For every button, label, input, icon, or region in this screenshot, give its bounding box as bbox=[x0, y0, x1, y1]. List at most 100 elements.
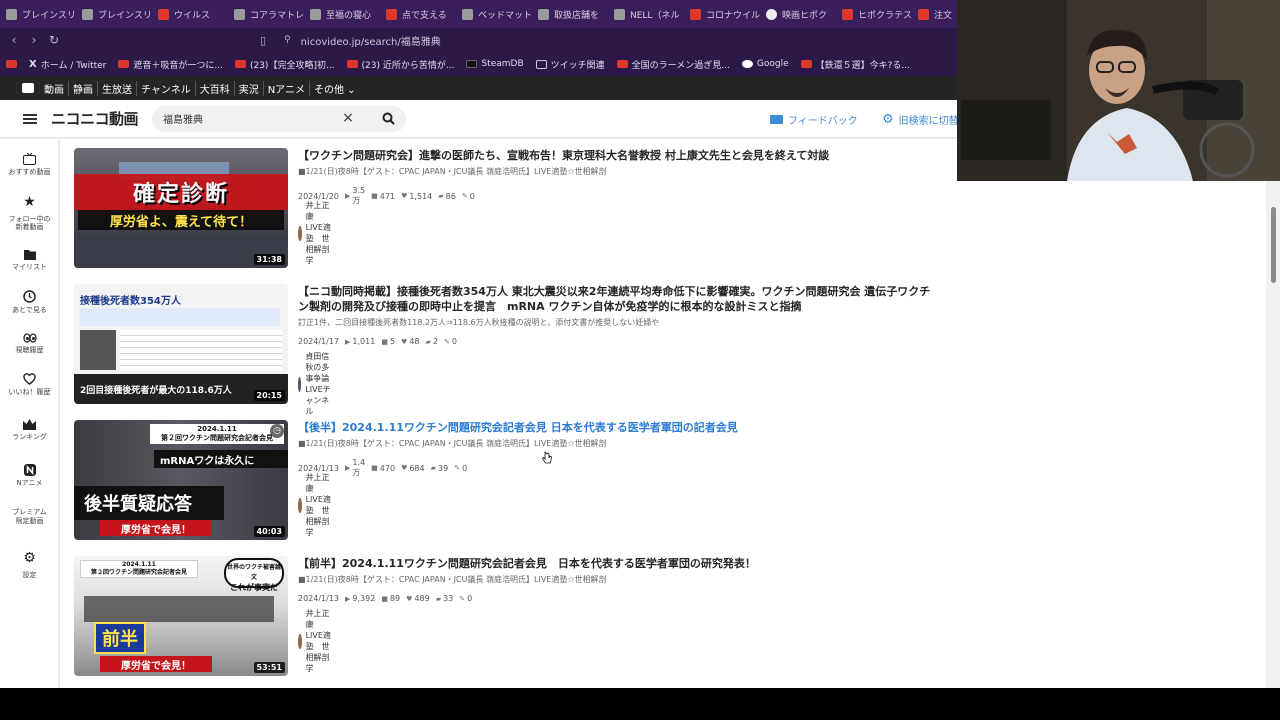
sidebar-item-following[interactable]: ★ フォロー中の 新着動画 bbox=[0, 194, 59, 232]
nav-item-video[interactable]: 動画 bbox=[40, 80, 69, 96]
video-title[interactable]: 【ワクチン問題研究会】進撃の医師たち、宣戦布告！東京理科大名誉教授 村上康文先生… bbox=[298, 148, 938, 163]
upload-date: 2024/1/17 bbox=[298, 337, 340, 346]
video-thumbnail[interactable]: 接種後死者数354万人 2回目接種後死者が最大の118.6万人 20:15 bbox=[74, 284, 288, 404]
browser-tab[interactable]: ヒポクラテスの bbox=[836, 0, 912, 28]
nav-item-live[interactable]: 生放送 bbox=[98, 80, 137, 96]
comment-count: 470 bbox=[379, 463, 396, 473]
nav-item-nanime[interactable]: Nアニメ bbox=[264, 80, 310, 96]
youtube-icon bbox=[234, 60, 246, 68]
thumbnail-caption: 接種後死者数354万人 bbox=[80, 296, 181, 307]
browser-tab[interactable]: コアラマトレ bbox=[228, 0, 304, 28]
video-owner[interactable]: 井上正康 LIVE適塾 世相解剖学 bbox=[298, 472, 334, 538]
video-owner[interactable]: 井上正康 LIVE適塾 世相解剖学 bbox=[298, 200, 334, 266]
browser-tab[interactable]: 取扱店舗を bbox=[532, 0, 608, 28]
sidebar-item-label: フォロー中の 新着動画 bbox=[8, 214, 51, 232]
bookmark-label: (23)【完全攻略]初... bbox=[249, 60, 335, 71]
avatar bbox=[298, 497, 302, 513]
video-description: ■1/21(日)夜8時【ゲスト：CPAC JAPAN・JCU議長 嶺庭浩明氏】L… bbox=[298, 575, 607, 584]
nav-item-jikkyo[interactable]: 実況 bbox=[235, 80, 264, 96]
bookmark-item[interactable]: ツイッチ関連 bbox=[535, 58, 605, 71]
old-search-link[interactable]: ⚙ 旧検索に切替 bbox=[882, 112, 959, 127]
clear-icon[interactable]: × bbox=[340, 110, 356, 126]
sidebar-item-history[interactable]: 視聴履歴 bbox=[0, 333, 59, 355]
video-title[interactable]: 【後半】2024.1.11ワクチン問題研究会記者会見 日本を代表する医学者軍団の… bbox=[298, 420, 938, 435]
bookmark-item[interactable]: 【鉄還５選】今キ?る... bbox=[800, 58, 910, 71]
n-anime-icon bbox=[23, 464, 36, 476]
sidebar-item-settings[interactable]: ⚙ 設定 bbox=[0, 550, 59, 579]
play-icon: ▶ bbox=[345, 192, 351, 200]
bookmark-item[interactable] bbox=[6, 60, 17, 68]
sidebar-item-label: 設定 bbox=[22, 570, 37, 579]
browser-tab[interactable]: ウイルス bbox=[152, 0, 228, 28]
bookmark-item[interactable]: (23)【完全攻略]初... bbox=[234, 58, 335, 71]
owner-name: 貞田信秋の多事争論 LIVEチャンネル bbox=[305, 352, 331, 416]
bookmark-item[interactable]: 全国のラーメン過ぎ見... bbox=[616, 58, 730, 71]
niconico-home-icon[interactable] bbox=[22, 83, 34, 93]
mouse-cursor-icon bbox=[542, 451, 552, 464]
video-owner[interactable]: 井上正康 LIVE適塾 世相解剖学 bbox=[298, 608, 334, 674]
thumbnail-subcaption: 厚労省で会見！ bbox=[121, 524, 191, 536]
bookmark-item[interactable]: (23) 近所から苦情が... bbox=[346, 58, 454, 71]
mylist-count: 2 bbox=[432, 337, 438, 346]
video-thumbnail[interactable]: 確定診断 厚労省よ、震えて待て！ 31:38 bbox=[74, 148, 288, 268]
url-field[interactable]: nicovideo.jp/search/福島雅典 bbox=[301, 33, 441, 48]
search-button[interactable] bbox=[370, 106, 406, 132]
ad-icon: ✎ bbox=[461, 192, 468, 200]
bookmark-item[interactable]: Google bbox=[741, 59, 789, 69]
thumbnail-subcaption: 厚労省で会見！ bbox=[121, 660, 191, 672]
video-thumbnail[interactable]: 2024.1.11 第２回ワクチン問題研究会記者会見 ◷ mRNAワクは永久に … bbox=[74, 420, 288, 540]
browser-tab[interactable]: コロナウイルス bbox=[684, 0, 760, 28]
ad-icon: ✎ bbox=[454, 464, 461, 472]
site-info-icon[interactable]: ⚲ bbox=[284, 35, 291, 45]
sidebar-item-watchlater[interactable]: あとで見る bbox=[0, 290, 59, 315]
sidebar-item-mylist[interactable]: マイリスト bbox=[0, 249, 59, 272]
sidebar-item-recommended[interactable]: おすすめ動画 bbox=[0, 153, 59, 177]
comment-count: 471 bbox=[379, 191, 396, 201]
thumbnail-subcaption: 2回目接種後死者が最大の118.6万人 bbox=[80, 385, 232, 396]
nav-item-other[interactable]: その他 ⌄ bbox=[310, 81, 360, 96]
video-duration: 53:51 bbox=[253, 662, 285, 673]
back-arrow-icon[interactable]: ‹ bbox=[4, 33, 24, 47]
browser-tab[interactable]: 至福の寝心 bbox=[304, 0, 380, 28]
video-title[interactable]: 【前半】2024.1.11ワクチン問題研究会記者会見 日本を代表する医学者軍団の… bbox=[298, 556, 938, 571]
owner-name: 井上正康 LIVE適塾 世相解剖学 bbox=[305, 609, 331, 673]
browser-tab[interactable]: ベッドマット bbox=[456, 0, 532, 28]
search-results: 確定診断 厚労省よ、震えて待て！ 31:38 【ワクチン問題研究会】進撃の医師た… bbox=[60, 139, 1266, 688]
bookmark-item[interactable]: X ホーム / Twitter bbox=[29, 58, 106, 71]
search-input[interactable] bbox=[163, 113, 334, 124]
video-owner[interactable]: 貞田信秋の多事争論 LIVEチャンネル bbox=[298, 351, 334, 417]
bookmark-item[interactable]: 遮音＋吸音が一つに... bbox=[118, 58, 223, 71]
sidebar-item-nanime[interactable]: Nアニメ bbox=[0, 464, 59, 488]
sidebar-item-likes[interactable]: いいね！履歴 bbox=[0, 373, 59, 397]
browser-tab[interactable]: 点で支える bbox=[380, 0, 456, 28]
hamburger-menu-icon[interactable] bbox=[23, 112, 37, 126]
sidebar-item-label: ランキング bbox=[12, 433, 47, 441]
browser-tab[interactable]: 映画ヒポク bbox=[760, 0, 836, 28]
reload-icon[interactable]: ↻ bbox=[44, 33, 64, 47]
view-count: 3.5万 bbox=[352, 186, 366, 205]
sidebar-item-premium[interactable]: プレミアム 限定動画 bbox=[0, 508, 59, 526]
like-count: 489 bbox=[414, 594, 430, 603]
youtube-icon bbox=[6, 60, 17, 68]
bookmark-item[interactable]: SteamDB bbox=[466, 59, 524, 69]
tab-label: ウイルス bbox=[174, 10, 211, 21]
tab-favicon-icon bbox=[538, 8, 549, 20]
video-title[interactable]: 【ニコ動同時掲載】接種後死者数354万人 東北大震災以来2年連続平均寿命低下に影… bbox=[298, 284, 938, 314]
video-thumbnail[interactable]: 2024.1.11 第２回ワクチン問題研究会記者会見 世界のワクチ被害論文 これ… bbox=[74, 556, 288, 676]
sidebar-item-ranking[interactable]: ランキング bbox=[0, 419, 59, 442]
watch-later-icon[interactable]: ◷ bbox=[270, 424, 284, 438]
forward-arrow-icon[interactable]: › bbox=[24, 33, 44, 47]
bookmark-icon[interactable]: ▯ bbox=[260, 34, 276, 47]
browser-tab[interactable]: ブレインスリー bbox=[0, 0, 76, 28]
nav-item-channel[interactable]: チャンネル bbox=[137, 80, 196, 96]
browser-tab[interactable]: ブレインスリー bbox=[76, 0, 152, 28]
scrollbar-thumb[interactable] bbox=[1271, 207, 1276, 283]
bookmark-favicon-icon bbox=[118, 60, 130, 68]
page-scrollbar[interactable] bbox=[1266, 181, 1280, 688]
nav-item-seiga[interactable]: 静画 bbox=[69, 80, 98, 96]
browser-tab[interactable]: NELL（ネル bbox=[608, 0, 684, 28]
niconico-logo[interactable]: ニコニコ動画 bbox=[51, 108, 139, 129]
screen: ブレインスリー ブレインスリー ウイルス コアラマトレ 至福の寝心 点で支える … bbox=[0, 0, 1280, 720]
feedback-link[interactable]: フィードバック bbox=[770, 112, 858, 127]
nav-item-dic[interactable]: 大百科 bbox=[196, 80, 235, 96]
